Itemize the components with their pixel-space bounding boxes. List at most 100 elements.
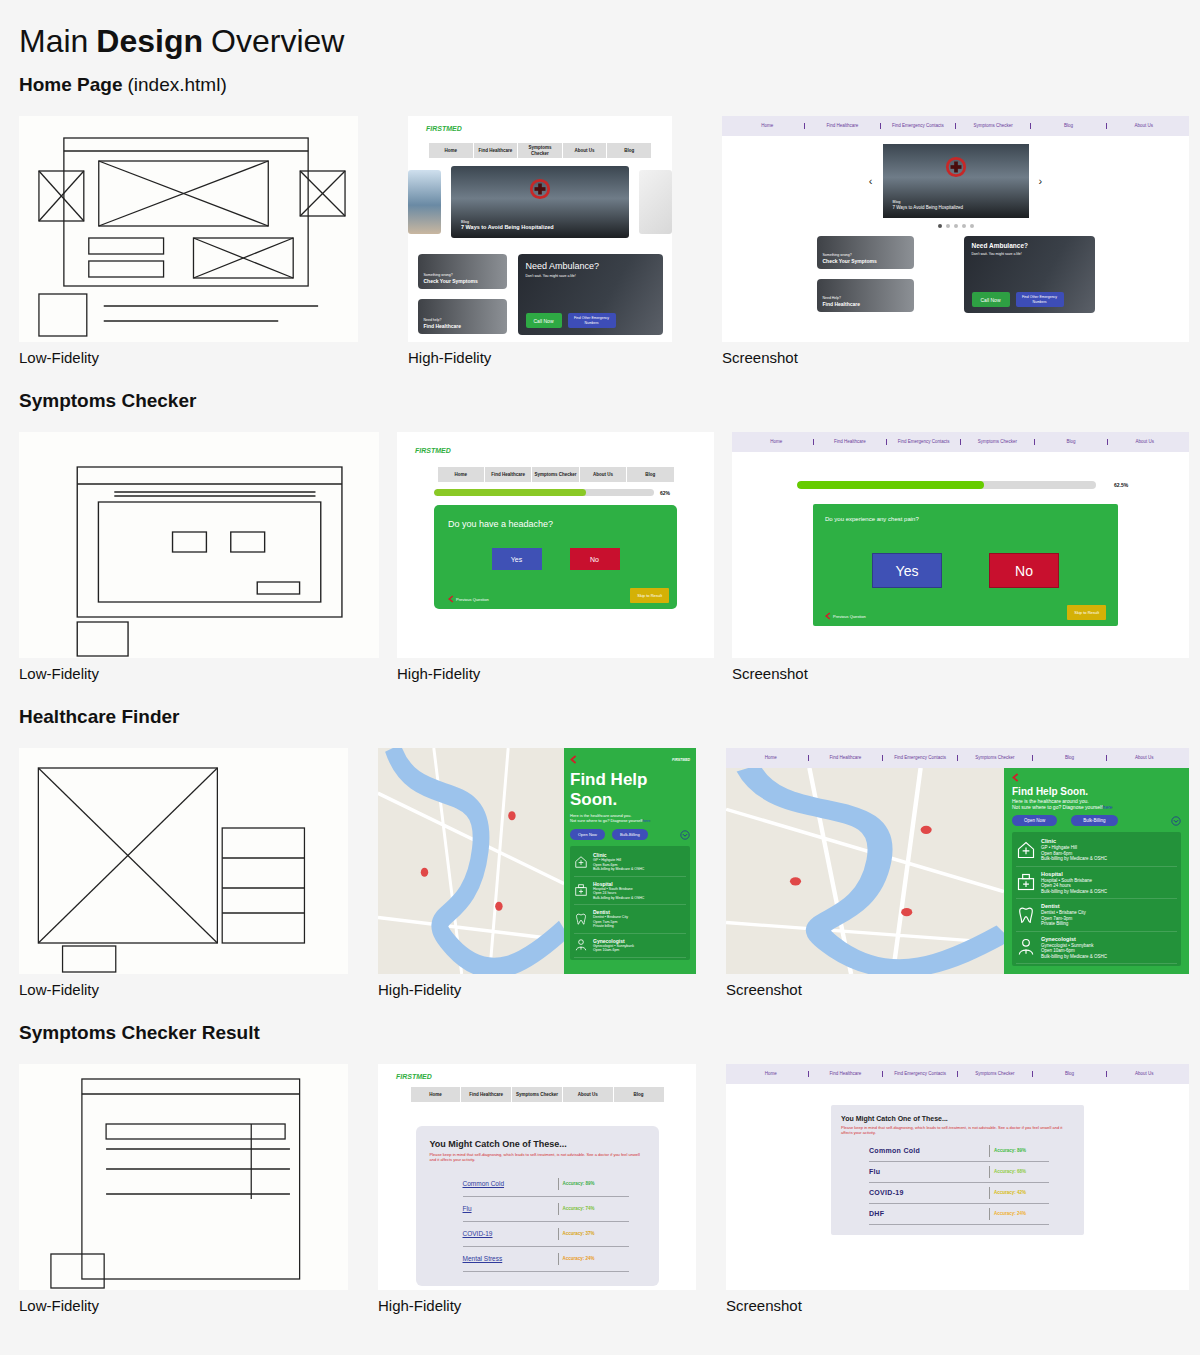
nav-item[interactable]: Blog — [1033, 1071, 1107, 1077]
healthcare-item[interactable]: ClinicGP • Highgate HillOpen 8am-6pmBulk… — [1016, 834, 1177, 867]
skip-to-result-button[interactable]: Skip to Result — [1067, 605, 1106, 620]
previous-slide-photo[interactable] — [408, 170, 441, 234]
nav-item[interactable]: Find Healthcare — [814, 439, 887, 445]
logo[interactable]: FIRSTMED — [378, 1064, 696, 1081]
healthcare-item[interactable]: ClinicGP • Highgate HillOpen 8am-6pmBulk… — [574, 848, 686, 877]
logo[interactable]: FIRSTMED — [408, 116, 672, 133]
nav-item[interactable]: Home — [730, 123, 804, 129]
nav-item[interactable]: Find Healthcare — [485, 467, 532, 482]
condition-link[interactable]: DHF — [869, 1210, 989, 1218]
blog-slide[interactable]: Blog7 Ways to Avoid Being Hospitalized — [451, 166, 629, 238]
skip-to-result-button[interactable]: Skip to Result — [630, 588, 669, 603]
nav-item[interactable]: About Us — [1107, 123, 1181, 129]
next-arrow[interactable]: › — [1039, 175, 1043, 187]
filter-button[interactable]: Open Now — [1012, 815, 1057, 826]
nav-item[interactable]: About Us — [1107, 1071, 1181, 1077]
nav-item[interactable]: Home — [411, 1087, 462, 1102]
nav-item[interactable]: About Us — [1108, 439, 1181, 445]
nav-item[interactable]: Symptoms Checker — [958, 1071, 1032, 1077]
nav-item[interactable]: Find Healthcare — [809, 1071, 883, 1077]
nav-item[interactable]: Blog — [1031, 123, 1105, 129]
filter-button[interactable]: Bulk-Billing — [612, 829, 648, 840]
filter-button[interactable]: Bulk-Billing — [1071, 815, 1117, 826]
nav-separator — [1030, 123, 1031, 129]
nav-item[interactable]: Symptoms Checker — [518, 143, 563, 158]
condition-link[interactable]: Mental Stress — [463, 1255, 558, 1263]
quick-link-card[interactable]: Something wrong?Check Your Symptoms — [418, 254, 507, 289]
nav-item[interactable]: Find Healthcare — [474, 143, 519, 158]
nav-item[interactable]: Blog — [1035, 439, 1108, 445]
nav-item[interactable]: Symptoms Checker — [532, 467, 579, 482]
figure-caption: Low-Fidelity — [19, 1296, 348, 1316]
previous-arrow[interactable]: ‹ — [869, 175, 873, 187]
nav-item[interactable]: Find Healthcare — [461, 1087, 512, 1102]
healthcare-item[interactable]: HospitalHospital • South BrisbaneOpen 24… — [574, 877, 686, 906]
next-slide-photo[interactable] — [639, 170, 672, 234]
call-now-button[interactable]: Call Now — [526, 313, 562, 328]
condition-link[interactable]: COVID-19 — [869, 1189, 989, 1197]
carousel-dot[interactable] — [938, 224, 942, 228]
condition-link[interactable]: Common Cold — [869, 1147, 989, 1155]
diagnose-link[interactable]: here — [1103, 804, 1113, 810]
nav-item[interactable]: Home — [740, 439, 813, 445]
carousel-dot[interactable] — [954, 224, 958, 228]
carousel-dot[interactable] — [946, 224, 950, 228]
map[interactable] — [726, 768, 1004, 974]
yes-button[interactable]: Yes — [492, 548, 542, 570]
condition-link[interactable]: Common Cold — [463, 1180, 558, 1188]
healthcare-item[interactable]: DentistDentist • Brisbane CityOpen 7am-5… — [574, 905, 686, 934]
nav-item[interactable]: Symptoms Checker — [961, 439, 1034, 445]
carousel-dot[interactable] — [962, 224, 966, 228]
nav-item[interactable]: Find Emergency Contacts — [883, 1071, 957, 1077]
yes-button[interactable]: Yes — [872, 553, 942, 588]
back-arrow-icon[interactable] — [1012, 773, 1019, 782]
quick-link-card[interactable]: Something wrong?Check Your Symptoms — [817, 236, 914, 269]
back-arrow-icon[interactable] — [570, 755, 577, 764]
emergency-numbers-button[interactable]: Find Other Emergency Numbers — [568, 313, 616, 328]
logo[interactable]: FIRSTMED — [397, 432, 714, 455]
emergency-numbers-button[interactable]: Find Other Emergency Numbers — [1016, 292, 1064, 307]
previous-question-link[interactable]: Previous Question — [825, 612, 866, 620]
healthcare-item[interactable]: HospitalHospital • South BrisbaneOpen 24… — [1016, 867, 1177, 900]
blog-slide[interactable]: Blog7 Ways to Avoid Being Hospitalized — [883, 144, 1029, 218]
no-button[interactable]: No — [570, 548, 620, 570]
nav-item[interactable]: Find Emergency Contacts — [887, 439, 960, 445]
nav-item[interactable]: Find Emergency Contacts — [883, 755, 957, 761]
healthcare-item[interactable]: GynecologistGynecologist • SunnybankOpen… — [574, 934, 686, 958]
healthcare-item[interactable]: DentistDentist • Brisbane CityOpen 7am-3… — [1016, 899, 1177, 932]
diagnose-link[interactable]: here — [642, 818, 650, 823]
nav-item[interactable]: Find Emergency Contacts — [881, 123, 955, 129]
previous-question-link[interactable]: Previous Question — [448, 595, 489, 603]
dropdown-chevron-icon[interactable] — [1171, 816, 1181, 826]
call-now-button[interactable]: Call Now — [972, 292, 1010, 307]
nav-item[interactable]: Home — [429, 143, 474, 158]
quick-link-card[interactable]: Need Help?Find Healthcare — [817, 279, 914, 312]
nav-item[interactable]: Home — [734, 1071, 808, 1077]
nav-item[interactable]: Blog — [607, 143, 651, 158]
nav-item[interactable]: Home — [734, 755, 808, 761]
nav-item[interactable]: Blog — [627, 467, 673, 482]
logo[interactable]: FIRSTMED — [672, 758, 690, 762]
nav-item[interactable]: Blog — [1033, 755, 1107, 761]
nav-item[interactable]: About Us — [563, 143, 608, 158]
nav-item[interactable]: Blog — [614, 1087, 664, 1102]
condition-link[interactable]: Flu — [463, 1205, 558, 1213]
nav-item[interactable]: Find Healthcare — [805, 123, 879, 129]
condition-link[interactable]: Flu — [869, 1168, 989, 1176]
carousel-dot[interactable] — [970, 224, 974, 228]
nav-item[interactable]: About Us — [1107, 755, 1181, 761]
nav-item[interactable]: Symptoms Checker — [958, 755, 1032, 761]
map[interactable] — [378, 748, 564, 974]
healthcare-item[interactable]: GynecologistGynecologist • SunnybankOpen… — [1016, 932, 1177, 965]
nav-item[interactable]: About Us — [580, 467, 627, 482]
no-button[interactable]: No — [989, 553, 1059, 588]
condition-link[interactable]: COVID-19 — [463, 1230, 558, 1238]
nav-item[interactable]: Find Healthcare — [809, 755, 883, 761]
nav-item[interactable]: Symptoms Checker — [512, 1087, 563, 1102]
nav-item[interactable]: About Us — [563, 1087, 614, 1102]
filter-button[interactable]: Open Now — [570, 829, 605, 840]
nav-item[interactable]: Symptoms Checker — [956, 123, 1030, 129]
nav-item[interactable]: Home — [438, 467, 485, 482]
quick-link-card[interactable]: Need help?Find Healthcare — [418, 299, 507, 334]
dropdown-chevron-icon[interactable] — [680, 830, 690, 840]
